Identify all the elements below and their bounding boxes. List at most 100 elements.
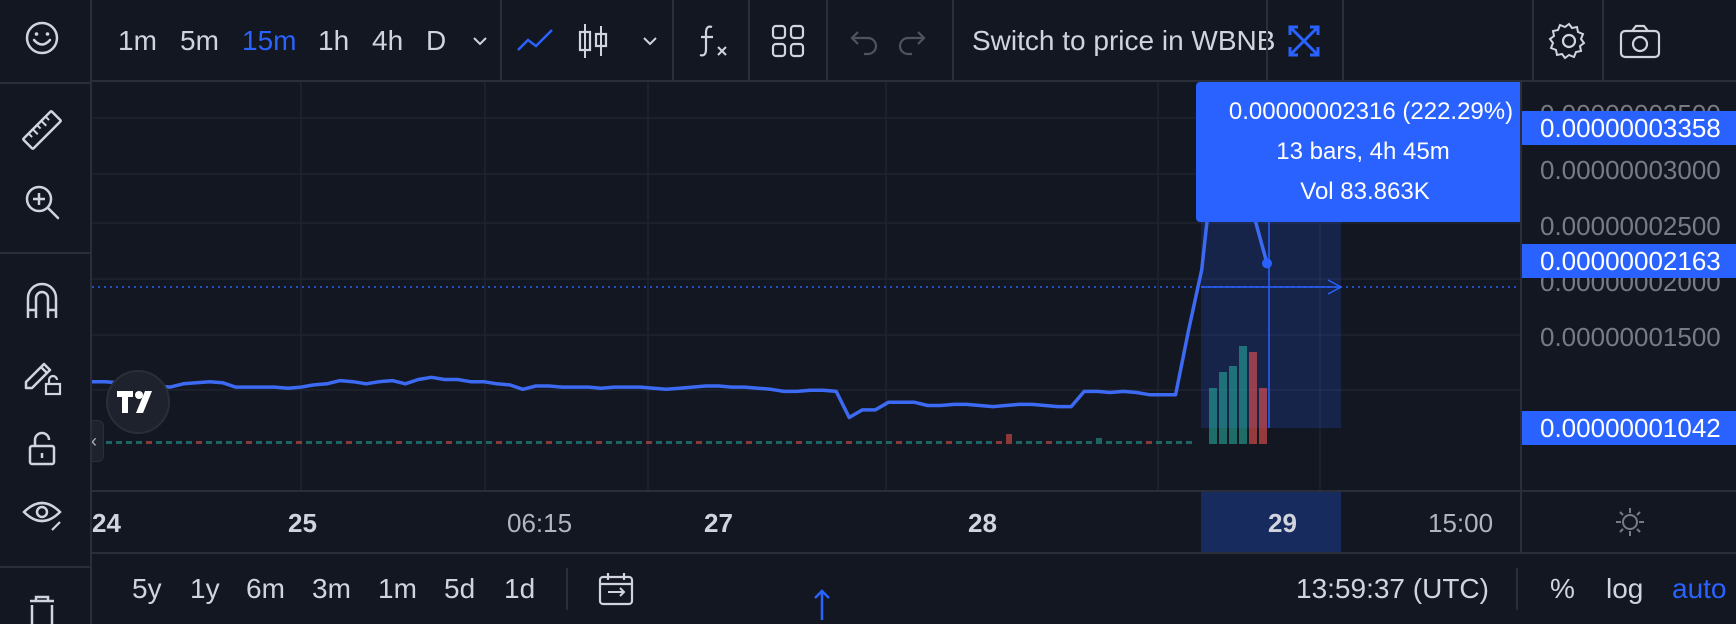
line-chart-type-icon[interactable]	[514, 0, 556, 82]
volume-bar	[1086, 441, 1092, 444]
volume-bar	[356, 441, 362, 444]
measure-volume-text: Vol 83.863K	[1300, 178, 1430, 205]
volume-bar	[946, 441, 952, 444]
time-axis-label: 25	[288, 508, 317, 538]
range-1d-button[interactable]: 1d	[504, 554, 535, 624]
range-5d-button[interactable]: 5d	[444, 554, 475, 624]
volume-bar	[646, 441, 652, 444]
emoji-icon[interactable]	[14, 10, 70, 66]
range-1y-button[interactable]: 1y	[190, 554, 220, 624]
volume-bar	[116, 441, 122, 444]
lock-drawing-icon[interactable]	[14, 346, 70, 402]
interval-4h-button[interactable]: 4h	[372, 0, 403, 82]
price-axis-label: 0.00000001500	[1540, 322, 1721, 352]
volume-bar	[546, 441, 552, 444]
range-6m-button[interactable]: 6m	[246, 554, 285, 624]
time-axis[interactable]: 24 25 06:15 27 28 29 15:00	[92, 490, 1520, 552]
redo-icon[interactable]	[896, 0, 934, 82]
volume-bar	[966, 441, 972, 444]
volume-bar	[1056, 441, 1062, 444]
selection-low-price-badge: 0.00000001042	[1522, 411, 1736, 445]
utc-clock[interactable]: 13:59:37 (UTC)	[1296, 554, 1489, 624]
eye-icon[interactable]	[14, 484, 70, 540]
range-3m-button[interactable]: 3m	[312, 554, 351, 624]
volume-bar	[406, 441, 412, 444]
volume-bar	[1176, 441, 1182, 444]
percent-scale-button[interactable]: %	[1550, 554, 1575, 624]
volume-bar	[386, 441, 392, 444]
log-scale-button[interactable]: log	[1606, 554, 1643, 624]
scroll-up-arrow-icon[interactable]	[810, 588, 834, 624]
volume-bar	[416, 441, 422, 444]
range-5y-button[interactable]: 5y	[132, 554, 162, 624]
drawing-toolbar	[0, 0, 92, 624]
fullscreen-icon[interactable]	[1284, 0, 1324, 82]
volume-bar	[556, 441, 562, 444]
trash-icon[interactable]	[14, 590, 70, 624]
tradingview-logo[interactable]	[106, 370, 170, 434]
volume-bar	[996, 441, 1002, 444]
undo-icon[interactable]	[842, 0, 880, 82]
price-axis-label: 0.00000003000	[1540, 155, 1721, 185]
bottom-toolbar: 5y 1y 6m 3m 1m 5d 1d 13:59:37 (UTC) % lo…	[92, 552, 1736, 624]
auto-scale-button[interactable]: auto	[1672, 554, 1727, 624]
interval-15m-button[interactable]: 15m	[242, 0, 296, 82]
volume-bar	[986, 441, 992, 444]
chart-type-dropdown-chevron-icon[interactable]	[638, 0, 662, 82]
volume-bars	[96, 346, 1267, 444]
time-axis-label: 27	[704, 508, 733, 538]
volume-bar	[956, 441, 962, 444]
volume-bar	[926, 441, 932, 444]
collapse-toolbar-chevron-icon[interactable]: ‹	[92, 420, 104, 462]
volume-bar	[1209, 388, 1217, 444]
volume-bar	[576, 441, 582, 444]
price-axis[interactable]: 0.00000003500 0.00000003000 0.0000000250…	[1520, 82, 1736, 552]
volume-bar	[186, 441, 192, 444]
volume-bar	[306, 441, 312, 444]
interval-1m-button[interactable]: 1m	[118, 0, 157, 82]
volume-bar	[486, 441, 492, 444]
unlock-icon[interactable]	[14, 420, 70, 476]
volume-bar	[886, 441, 892, 444]
volume-bar	[156, 441, 162, 444]
ruler-icon[interactable]	[14, 102, 70, 158]
go-to-date-calendar-icon[interactable]	[596, 554, 636, 624]
last-price-dot	[1262, 258, 1272, 269]
volume-bar	[146, 441, 152, 444]
volume-bar	[1116, 441, 1122, 444]
interval-5m-button[interactable]: 5m	[180, 0, 219, 82]
volume-bar	[536, 441, 542, 444]
axis-settings-sun-icon[interactable]	[1610, 502, 1650, 542]
top-toolbar: 1m 5m 15m 1h 4h D Switch to price in WBN…	[92, 0, 1736, 82]
volume-bar	[786, 441, 792, 444]
settings-gear-icon[interactable]	[1548, 0, 1590, 82]
volume-bar	[1036, 441, 1042, 444]
volume-bar	[1106, 441, 1112, 444]
zoom-in-icon[interactable]	[14, 174, 70, 230]
interval-dropdown-chevron-icon[interactable]	[468, 0, 492, 82]
volume-bar	[376, 441, 382, 444]
candles-chart-type-icon[interactable]	[576, 0, 610, 82]
volume-bar	[696, 441, 702, 444]
volume-bar	[236, 441, 242, 444]
layout-grid-icon[interactable]	[768, 0, 808, 82]
volume-bar	[596, 441, 602, 444]
time-axis-label: 24	[92, 508, 121, 538]
volume-bar	[196, 441, 202, 444]
volume-bar	[1016, 441, 1022, 444]
range-1m-button[interactable]: 1m	[378, 554, 417, 624]
volume-bar	[226, 441, 232, 444]
interval-1h-button[interactable]: 1h	[318, 0, 349, 82]
volume-bar	[626, 441, 632, 444]
volume-bar	[936, 441, 942, 444]
volume-bar	[426, 441, 432, 444]
volume-bar	[766, 441, 772, 444]
camera-snapshot-icon[interactable]	[1618, 0, 1662, 82]
interval-d-button[interactable]: D	[426, 0, 446, 82]
volume-bar	[106, 441, 112, 444]
switch-price-button[interactable]: Switch to price in WBNB	[972, 0, 1275, 82]
volume-bar	[286, 441, 292, 444]
volume-bar	[1136, 441, 1142, 444]
indicators-fx-icon[interactable]	[692, 0, 736, 82]
magnet-icon[interactable]	[14, 272, 70, 328]
